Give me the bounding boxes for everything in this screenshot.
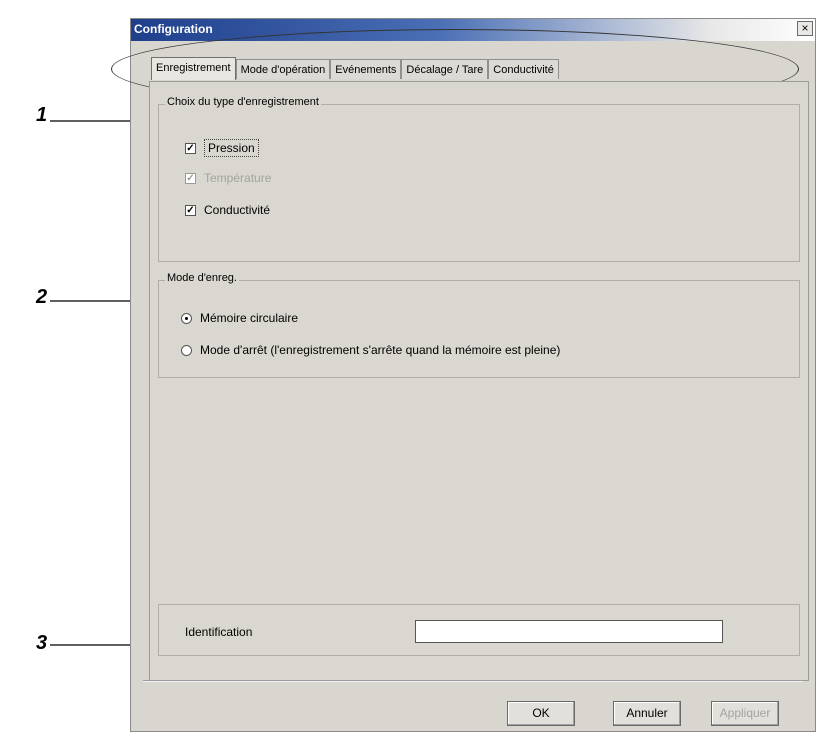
tab-evenements[interactable]: Evénements [330, 59, 402, 79]
recording-mode-group: Mode d'enreg. Mémoire circulaire Mode d'… [158, 272, 800, 378]
tab-mode-operation[interactable]: Mode d'opération [235, 59, 331, 79]
identification-group: Identification [158, 604, 800, 656]
conductivity-checkbox[interactable]: ✓ [185, 204, 196, 216]
configuration-dialog: Configuration × Enregistrement Mode d'op… [111, 18, 816, 732]
circular-memory-radio-row[interactable]: Mémoire circulaire [181, 311, 298, 325]
button-separator [143, 680, 803, 682]
tab-conductivite[interactable]: Conductivité [488, 59, 559, 79]
pressure-checkbox[interactable]: ✓ [185, 142, 196, 154]
ok-button[interactable]: OK [507, 701, 575, 726]
cancel-button[interactable]: Annuler [613, 701, 681, 726]
circular-memory-label: Mémoire circulaire [200, 311, 299, 325]
temperature-label: Température [204, 171, 272, 185]
title-bar[interactable]: Configuration × [131, 19, 815, 41]
conductivity-checkbox-row[interactable]: ✓ Conductivité [185, 203, 270, 217]
pressure-label: Pression [204, 139, 259, 157]
stop-mode-radio-row[interactable]: Mode d'arrêt (l'enregistrement s'arrête … [181, 343, 560, 357]
identification-label: Identification [185, 625, 253, 639]
temperature-checkbox: ✓ [185, 172, 196, 184]
apply-button: Appliquer [711, 701, 779, 726]
identification-input[interactable] [415, 620, 723, 643]
tab-enregistrement[interactable]: Enregistrement [151, 57, 236, 80]
conductivity-label: Conductivité [204, 203, 271, 217]
tab-decalage-tare[interactable]: Décalage / Tare [401, 59, 489, 79]
tab-strip: Enregistrement Mode d'opération Evénemen… [151, 57, 559, 81]
temperature-checkbox-row: ✓ Température [185, 171, 271, 185]
pressure-checkbox-row[interactable]: ✓ Pression [185, 139, 259, 157]
recording-type-title: Choix du type d'enregistrement [165, 96, 321, 108]
tab-page-enregistrement: Choix du type d'enregistrement ✓ Pressio… [149, 81, 809, 681]
close-button[interactable]: × [797, 21, 813, 36]
recording-type-group: Choix du type d'enregistrement ✓ Pressio… [158, 96, 800, 262]
circular-memory-radio[interactable] [181, 312, 192, 324]
stop-mode-radio[interactable] [181, 344, 192, 356]
stop-mode-label: Mode d'arrêt (l'enregistrement s'arrête … [200, 343, 561, 357]
dialog-title: Configuration [134, 22, 213, 36]
close-icon: × [801, 21, 809, 35]
recording-mode-title: Mode d'enreg. [165, 272, 239, 284]
